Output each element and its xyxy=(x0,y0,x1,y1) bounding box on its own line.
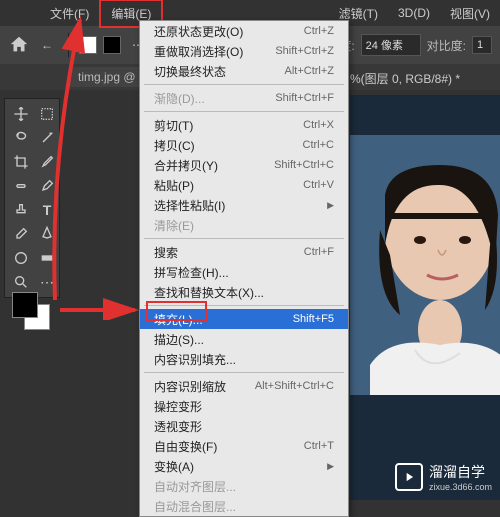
menu-auto-blend: 自动混合图层... xyxy=(140,496,348,516)
document-tab[interactable]: timg.jpg @ xyxy=(70,67,144,87)
menu-3d[interactable]: 3D(D) xyxy=(388,2,440,24)
gradient-tool[interactable] xyxy=(35,247,59,269)
menu-free-transform[interactable]: 自由变换(F)Ctrl+T xyxy=(140,436,348,456)
shape-tool[interactable] xyxy=(9,247,33,269)
canvas[interactable] xyxy=(350,95,500,500)
menu-copy-merged[interactable]: 合并拷贝(Y)Shift+Ctrl+C xyxy=(140,155,348,175)
photo-content xyxy=(350,135,500,395)
menu-fade: 渐隐(D)...Shift+Ctrl+F xyxy=(140,88,348,108)
menu-paste[interactable]: 粘贴(P)Ctrl+V xyxy=(140,175,348,195)
menu-content-fill[interactable]: 内容识别填充... xyxy=(140,349,348,369)
menu-find-replace[interactable]: 查找和替换文本(X)... xyxy=(140,282,348,302)
watermark: 溜溜自学 zixue.3d66.com xyxy=(395,462,492,492)
menu-paste-special[interactable]: 选择性粘贴(I)▶ xyxy=(140,195,348,215)
menu-auto-align: 自动对齐图层... xyxy=(140,476,348,496)
home-icon[interactable] xyxy=(8,34,30,56)
menu-stroke[interactable]: 描边(S)... xyxy=(140,329,348,349)
menu-view[interactable]: 视图(V) xyxy=(440,1,500,26)
menu-undo[interactable]: 还原状态更改(O)Ctrl+Z xyxy=(140,21,348,41)
menu-puppet-warp[interactable]: 操控变形 xyxy=(140,396,348,416)
fill-swatch[interactable] xyxy=(79,36,97,54)
crop-tool[interactable] xyxy=(9,151,33,173)
document-mode: %(图层 0, RGB/8#) * xyxy=(350,70,460,87)
menu-redo[interactable]: 重做取消选择(O)Shift+Ctrl+Z xyxy=(140,41,348,61)
width-input[interactable]: 24 像素 xyxy=(361,34,421,56)
menu-search[interactable]: 搜索Ctrl+F xyxy=(140,242,348,262)
menu-content-scale[interactable]: 内容识别缩放Alt+Shift+Ctrl+C xyxy=(140,376,348,396)
menu-fill[interactable]: 填充(L)...Shift+F5 xyxy=(140,309,348,329)
menu-toggle-state[interactable]: 切换最终状态Alt+Ctrl+Z xyxy=(140,61,348,81)
pen-tool[interactable] xyxy=(35,223,59,245)
wand-tool[interactable] xyxy=(35,127,59,149)
menu-file[interactable]: 文件(F) xyxy=(40,1,99,26)
menu-cut[interactable]: 剪切(T)Ctrl+X xyxy=(140,115,348,135)
menu-spellcheck[interactable]: 拼写检查(H)... xyxy=(140,262,348,282)
menu-clear: 清除(E) xyxy=(140,215,348,235)
edit-menu-dropdown: 还原状态更改(O)Ctrl+Z 重做取消选择(O)Shift+Ctrl+Z 切换… xyxy=(139,20,349,517)
menu-transform[interactable]: 变换(A)▶ xyxy=(140,456,348,476)
contrast-label: 对比度: xyxy=(427,37,466,54)
fg-color[interactable] xyxy=(12,292,38,318)
fill-swatch-2[interactable] xyxy=(103,36,121,54)
tab-filename: timg.jpg @ xyxy=(78,70,136,84)
back-icon[interactable]: ← xyxy=(36,34,58,56)
stamp-tool[interactable] xyxy=(9,199,33,221)
type-tool[interactable]: T xyxy=(35,199,59,221)
contrast-input[interactable]: 1 xyxy=(472,36,492,54)
eraser-tool[interactable] xyxy=(9,223,33,245)
heal-tool[interactable] xyxy=(9,175,33,197)
move-tool[interactable] xyxy=(9,103,33,125)
menu-copy[interactable]: 拷贝(C)Ctrl+C xyxy=(140,135,348,155)
lasso-tool[interactable] xyxy=(9,127,33,149)
brush-tool[interactable] xyxy=(35,175,59,197)
tools-panel: T ⋯ xyxy=(4,98,60,298)
watermark-url: zixue.3d66.com xyxy=(429,482,492,492)
marquee-tool[interactable] xyxy=(35,103,59,125)
color-picker[interactable] xyxy=(8,290,56,334)
play-icon xyxy=(395,463,423,491)
watermark-brand: 溜溜自学 xyxy=(429,464,485,480)
eyedropper-tool[interactable] xyxy=(35,151,59,173)
menu-perspective-warp[interactable]: 透视变形 xyxy=(140,416,348,436)
